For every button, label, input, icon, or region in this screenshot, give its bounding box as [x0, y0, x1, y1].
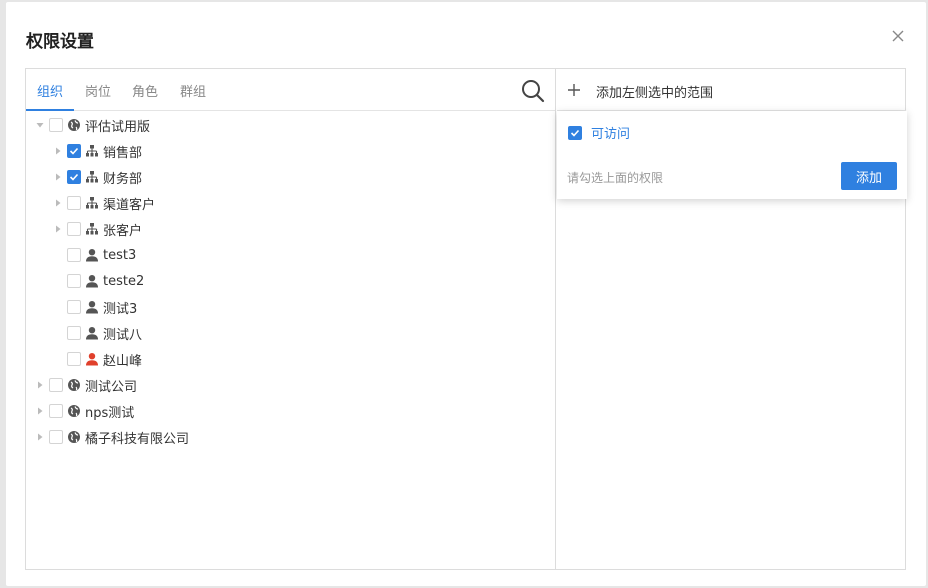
caret-placeholder — [53, 250, 63, 260]
tab-active-indicator — [26, 109, 74, 111]
caret-placeholder — [53, 276, 63, 286]
tree-node-checkbox[interactable] — [67, 300, 81, 314]
tree-node-label: 渠道客户 — [103, 197, 156, 213]
tree-node[interactable]: 评估试用版 — [35, 115, 150, 135]
tab-org[interactable]: 组织 — [37, 81, 63, 100]
caret-right-icon[interactable] — [53, 198, 63, 208]
tree-node[interactable]: test3 — [53, 245, 136, 265]
tree-node-checkbox[interactable] — [67, 326, 81, 340]
tree-node[interactable]: 渠道客户 — [53, 193, 155, 213]
check-icon — [570, 129, 580, 137]
permission-dialog: 权限设置 组织 岗位 角色 群组 评估试用版销售部财务部渠道客户张客户 test3… — [6, 2, 926, 586]
tree-node-label: 测试3 — [103, 301, 138, 317]
tree-node-label: 测试八 — [103, 327, 143, 343]
tree-node[interactable]: teste2 — [53, 271, 144, 291]
tree-node-checkbox[interactable] — [67, 196, 81, 210]
tree-node[interactable]: 测试3 — [53, 297, 137, 317]
tree-node[interactable]: nps测试 — [35, 401, 134, 421]
tree-node[interactable]: 销售部 — [53, 141, 142, 161]
permission-panel: 组织 岗位 角色 群组 评估试用版销售部财务部渠道客户张客户 test3 teste… — [25, 68, 907, 570]
tree-node-checkbox[interactable] — [67, 274, 81, 288]
globe-icon — [67, 404, 81, 418]
user-icon — [85, 326, 99, 340]
caret-right-icon[interactable] — [53, 146, 63, 156]
permission-checkbox[interactable] — [568, 125, 582, 140]
tab-bar: 组织 岗位 角色 群组 — [26, 69, 555, 111]
tree-node-label: teste2 — [103, 273, 145, 289]
right-header: 添加左侧选中的范围 — [557, 69, 906, 111]
tree-node-label: 张客户 — [103, 223, 143, 239]
caret-placeholder — [53, 328, 63, 338]
plus-icon[interactable] — [567, 82, 581, 96]
tree-node-checkbox[interactable] — [49, 404, 63, 418]
tree-node[interactable]: 财务部 — [53, 167, 142, 187]
user-icon — [85, 352, 99, 366]
caret-down-icon[interactable] — [35, 120, 45, 130]
caret-right-icon[interactable] — [35, 406, 45, 416]
tree-node-checkbox[interactable] — [67, 248, 81, 262]
caret-right-icon[interactable] — [35, 432, 45, 442]
tree-node-label: 赵山峰 — [103, 353, 143, 369]
tree-node-checkbox[interactable] — [67, 222, 81, 236]
search-icon[interactable] — [521, 79, 545, 103]
tree-node-checkbox[interactable] — [49, 118, 63, 132]
tree-node[interactable]: 测试公司 — [35, 375, 137, 395]
globe-icon — [67, 118, 81, 132]
tree-node-label: 评估试用版 — [85, 119, 151, 135]
user-icon — [85, 300, 99, 314]
tree-node-label: 橘子科技有限公司 — [85, 431, 190, 447]
org-chart-icon — [85, 170, 99, 184]
globe-icon — [67, 378, 81, 392]
globe-icon — [67, 430, 81, 444]
tab-role[interactable]: 角色 — [132, 81, 158, 100]
user-icon — [85, 274, 99, 288]
permission-option-access[interactable]: 可访问 — [568, 123, 630, 142]
org-chart-icon — [85, 196, 99, 210]
caret-right-icon[interactable] — [35, 380, 45, 390]
tree-node-checkbox[interactable] — [67, 170, 81, 184]
left-pane: 组织 岗位 角色 群组 评估试用版销售部财务部渠道客户张客户 test3 teste… — [26, 69, 556, 569]
tree-node-label: nps测试 — [85, 405, 135, 421]
add-scope-title[interactable]: 添加左侧选中的范围 — [596, 82, 713, 101]
tab-position[interactable]: 岗位 — [85, 81, 111, 100]
tree-node[interactable]: 赵山峰 — [53, 349, 142, 369]
permission-hint: 请勾选上面的权限 — [567, 171, 664, 185]
tree-node-checkbox[interactable] — [67, 144, 81, 158]
user-icon — [85, 248, 99, 262]
org-chart-icon — [85, 144, 99, 158]
permission-popup: 可访问 请勾选上面的权限 添加 — [557, 111, 907, 199]
add-button[interactable]: 添加 — [841, 162, 897, 190]
tree-node[interactable]: 测试八 — [53, 323, 142, 343]
right-pane: 添加左侧选中的范围 可访问 请勾选上面的权限 添加 — [557, 69, 907, 569]
tree-node-checkbox[interactable] — [67, 352, 81, 366]
tree-node-checkbox[interactable] — [49, 378, 63, 392]
dialog-title: 权限设置 — [26, 32, 94, 52]
tab-group[interactable]: 群组 — [180, 81, 206, 100]
tree-node[interactable]: 张客户 — [53, 219, 142, 239]
caret-placeholder — [53, 302, 63, 312]
tree-node-label: 销售部 — [103, 145, 143, 161]
permission-label: 可访问 — [591, 127, 631, 142]
tree-node-label: 测试公司 — [85, 379, 138, 395]
tree-node-label: 财务部 — [103, 171, 143, 187]
org-chart-icon — [85, 222, 99, 236]
tree-node-label: test3 — [103, 247, 137, 263]
caret-placeholder — [53, 354, 63, 364]
tree-node-checkbox[interactable] — [49, 430, 63, 444]
caret-right-icon[interactable] — [53, 172, 63, 182]
close-icon[interactable] — [890, 28, 906, 44]
tree-node[interactable]: 橘子科技有限公司 — [35, 427, 189, 447]
caret-right-icon[interactable] — [53, 224, 63, 234]
